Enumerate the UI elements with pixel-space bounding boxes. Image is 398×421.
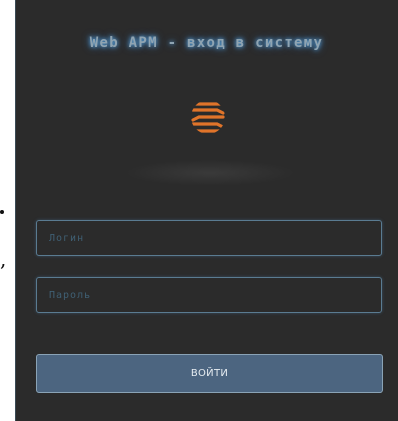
- login-title: Web APM - вход в систему: [89, 35, 324, 51]
- stray-comma: ,: [0, 247, 7, 271]
- screen: , Web APM - вход в систему ВОЙТИ: [0, 0, 398, 421]
- login-button[interactable]: ВОЙТИ: [36, 354, 383, 393]
- login-panel: Web APM - вход в систему ВОЙТИ: [15, 0, 398, 421]
- password-input[interactable]: [36, 277, 382, 313]
- logo-shadow: [125, 160, 295, 186]
- stray-dot: [0, 210, 4, 214]
- striped-globe-logo-icon: [191, 102, 225, 133]
- login-button-label: ВОЙТИ: [190, 368, 229, 379]
- login-input[interactable]: [36, 220, 382, 256]
